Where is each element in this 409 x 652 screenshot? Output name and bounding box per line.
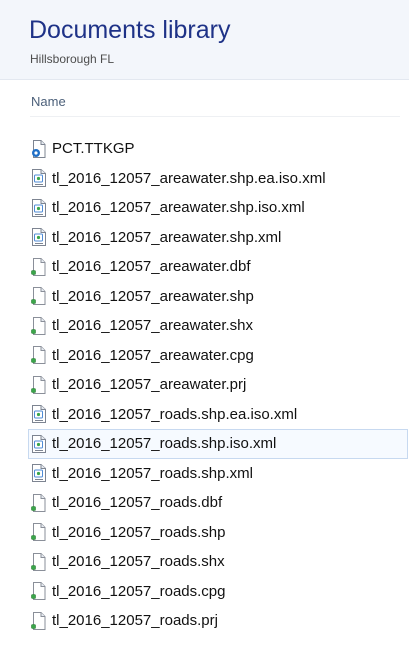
column-header-name[interactable]: Name — [31, 94, 66, 109]
file-row[interactable]: tl_2016_12057_areawater.shp.xml — [28, 223, 408, 253]
library-subtitle: Hillsborough FL — [30, 52, 115, 66]
column-header-divider — [30, 116, 400, 117]
config-file-icon — [31, 139, 47, 158]
file-name: tl_2016_12057_areawater.dbf — [52, 258, 251, 276]
file-name: tl_2016_12057_areawater.cpg — [52, 346, 254, 364]
generic-file-icon — [31, 375, 47, 394]
file-name: tl_2016_12057_areawater.shp.iso.xml — [52, 199, 305, 217]
xml-file-icon — [31, 198, 47, 217]
file-row[interactable]: tl_2016_12057_areawater.shp.ea.iso.xml — [28, 164, 408, 194]
xml-file-icon — [31, 228, 47, 247]
file-row[interactable]: PCT.TTKGP — [28, 134, 408, 164]
generic-file-icon — [31, 493, 47, 512]
file-name: tl_2016_12057_areawater.shp.ea.iso.xml — [52, 169, 326, 187]
generic-file-icon — [31, 257, 47, 276]
file-row[interactable]: tl_2016_12057_areawater.shp.iso.xml — [28, 193, 408, 223]
file-name: tl_2016_12057_roads.shp.xml — [52, 464, 253, 482]
file-row[interactable]: tl_2016_12057_roads.shp.iso.xml — [28, 429, 408, 459]
generic-file-icon — [31, 287, 47, 306]
generic-file-icon — [31, 582, 47, 601]
file-name: tl_2016_12057_roads.shp — [52, 523, 226, 541]
file-name: tl_2016_12057_areawater.shp.xml — [52, 228, 282, 246]
file-row[interactable]: tl_2016_12057_roads.shx — [28, 547, 408, 577]
generic-file-icon — [31, 346, 47, 365]
file-row[interactable]: tl_2016_12057_roads.prj — [28, 606, 408, 636]
file-name: tl_2016_12057_roads.cpg — [52, 582, 226, 600]
file-name: PCT.TTKGP — [52, 140, 135, 158]
file-row[interactable]: tl_2016_12057_areawater.cpg — [28, 341, 408, 371]
file-name: tl_2016_12057_roads.prj — [52, 612, 218, 630]
file-name: tl_2016_12057_roads.dbf — [52, 494, 223, 512]
file-name: tl_2016_12057_areawater.shp — [52, 287, 254, 305]
file-row[interactable]: tl_2016_12057_roads.shp — [28, 518, 408, 548]
xml-file-icon — [31, 434, 47, 453]
file-row[interactable]: tl_2016_12057_roads.shp.ea.iso.xml — [28, 400, 408, 430]
file-name: tl_2016_12057_roads.shx — [52, 553, 225, 571]
xml-file-icon — [31, 464, 47, 483]
file-name: tl_2016_12057_roads.shp.iso.xml — [52, 435, 277, 453]
file-name: tl_2016_12057_areawater.prj — [52, 376, 247, 394]
file-row[interactable]: tl_2016_12057_areawater.prj — [28, 370, 408, 400]
generic-file-icon — [31, 611, 47, 630]
file-row[interactable]: tl_2016_12057_areawater.shp — [28, 282, 408, 312]
xml-file-icon — [31, 169, 47, 188]
library-header: Documents library Hillsborough FL — [0, 0, 409, 80]
file-name: tl_2016_12057_roads.shp.ea.iso.xml — [52, 405, 298, 423]
file-row[interactable]: tl_2016_12057_areawater.dbf — [28, 252, 408, 282]
file-row[interactable]: tl_2016_12057_areawater.shx — [28, 311, 408, 341]
file-row[interactable]: tl_2016_12057_roads.dbf — [28, 488, 408, 518]
file-name: tl_2016_12057_areawater.shx — [52, 317, 253, 335]
file-row[interactable]: tl_2016_12057_roads.cpg — [28, 577, 408, 607]
file-list: PCT.TTKGP tl_2016_12057_areawater.shp.ea.… — [28, 134, 408, 636]
generic-file-icon — [31, 523, 47, 542]
library-title: Documents library — [29, 16, 231, 44]
generic-file-icon — [31, 316, 47, 335]
file-row[interactable]: tl_2016_12057_roads.shp.xml — [28, 459, 408, 489]
generic-file-icon — [31, 552, 47, 571]
xml-file-icon — [31, 405, 47, 424]
